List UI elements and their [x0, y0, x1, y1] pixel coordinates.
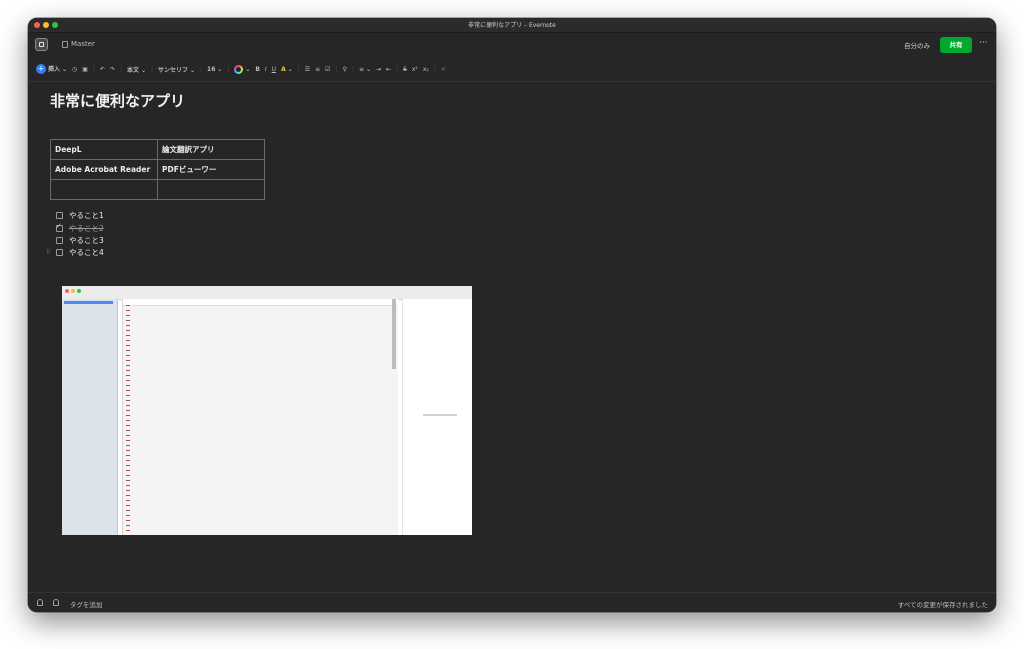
- calendar-icon[interactable]: ▣: [82, 66, 88, 73]
- table-cell[interactable]: [157, 179, 265, 200]
- save-status: すべての変更が保存されました: [897, 601, 988, 609]
- reminder-bell-icon[interactable]: [37, 599, 43, 606]
- align-icon[interactable]: ≡ ⌄: [359, 66, 371, 73]
- screenshot-scrollbar: [392, 299, 396, 369]
- outdent-icon[interactable]: ⇤: [386, 66, 391, 73]
- screenshot-preview-pane: [402, 299, 472, 535]
- notebook-selector[interactable]: Master: [62, 40, 95, 48]
- numbered-list-icon[interactable]: ≡: [315, 66, 320, 73]
- table-cell[interactable]: [50, 179, 158, 200]
- separator: |: [119, 65, 123, 73]
- tag-icon[interactable]: [53, 599, 59, 606]
- separator: |: [396, 65, 399, 73]
- checkbox[interactable]: [56, 237, 63, 244]
- color-wheel-icon: [234, 64, 244, 74]
- title-bar: 非常に便利なアプリ – Evernote: [28, 18, 996, 33]
- sidebar-toggle-icon[interactable]: [35, 38, 48, 51]
- separator: |: [92, 65, 95, 73]
- separator: |: [227, 65, 230, 73]
- text-color-button[interactable]: ⌄: [234, 64, 250, 74]
- separator: |: [150, 65, 154, 73]
- screenshot-titlebar: [62, 286, 472, 300]
- note-table[interactable]: DeepL 論文翻訳アプリ Adobe Acrobat Reader PDFビュ…: [50, 139, 265, 200]
- clear-format-icon[interactable]: ✕: [441, 66, 446, 73]
- checkbox[interactable]: [56, 212, 63, 219]
- separator: |: [297, 65, 300, 73]
- checklist-icon[interactable]: ◷: [72, 66, 77, 73]
- table-row: Adobe Acrobat Reader PDFビューワー: [50, 159, 265, 180]
- checklist-label[interactable]: やること2: [69, 223, 104, 234]
- highlight-button[interactable]: A ⌄: [281, 66, 293, 73]
- subscript-button[interactable]: x₂: [423, 66, 429, 73]
- checklist-item: ⠿ やること4: [46, 247, 104, 258]
- underline-button[interactable]: U: [272, 66, 276, 73]
- table-row: [50, 179, 265, 200]
- checklist-label[interactable]: やること4: [69, 247, 104, 258]
- share-button[interactable]: 共有: [940, 37, 972, 53]
- checkbox[interactable]: [56, 249, 63, 256]
- screenshot-document-list: [122, 299, 398, 535]
- window-title: 非常に便利なアプリ – Evernote: [468, 22, 556, 29]
- note-footer: タグを追加 すべての変更が保存されました: [28, 592, 996, 612]
- checklist-label[interactable]: やること1: [69, 210, 104, 221]
- paragraph-style-select[interactable]: 本文 ⌄: [127, 65, 146, 74]
- bullet-list-icon[interactable]: ☰: [305, 66, 310, 73]
- table-cell[interactable]: DeepL: [50, 139, 158, 160]
- indent-icon[interactable]: ⇥: [376, 66, 381, 73]
- checklist-item: やること3: [56, 235, 104, 246]
- redo-icon[interactable]: ↷: [110, 66, 115, 73]
- table-row: DeepL 論文翻訳アプリ: [50, 139, 265, 160]
- screenshot-sidebar: [62, 299, 118, 535]
- plus-icon: +: [36, 64, 46, 74]
- checklist-label[interactable]: やること3: [69, 235, 104, 246]
- add-tag-button[interactable]: タグを追加: [70, 599, 103, 609]
- table-cell[interactable]: PDFビューワー: [157, 159, 265, 180]
- visibility-label[interactable]: 自分のみ: [904, 40, 930, 50]
- notebook-icon: [62, 40, 68, 48]
- insert-button[interactable]: + 挿入 ⌄: [36, 64, 67, 74]
- more-options-icon[interactable]: ···: [979, 38, 988, 48]
- notebook-name: Master: [71, 40, 95, 48]
- formatting-toolbar: + 挿入 ⌄ ◷ ▣ | ↶ ↷ | 本文 ⌄ | サンセリフ ⌄ | 16 ⌄ …: [36, 62, 451, 76]
- checkbox[interactable]: [56, 222, 63, 232]
- table-cell[interactable]: 論文翻訳アプリ: [157, 139, 265, 160]
- italic-button[interactable]: I: [265, 66, 267, 73]
- separator: |: [199, 65, 203, 73]
- separator: |: [351, 65, 354, 73]
- bold-button[interactable]: B: [255, 66, 260, 73]
- superscript-button[interactable]: x²: [412, 66, 418, 73]
- note-title[interactable]: 非常に便利なアプリ: [50, 90, 185, 111]
- embedded-screenshot-image[interactable]: [62, 286, 472, 535]
- checklist-item: やること2: [56, 222, 104, 234]
- table-cell[interactable]: Adobe Acrobat Reader: [50, 159, 158, 180]
- note-topbar: Master 自分のみ 共有 ···: [28, 33, 996, 57]
- separator: |: [335, 65, 338, 73]
- evernote-window: 非常に便利なアプリ – Evernote Master 自分のみ 共有 ··· …: [28, 18, 996, 612]
- toolbar-divider: [28, 81, 996, 82]
- checklist-item: やること1: [56, 210, 104, 221]
- screenshot-traffic-lights: [65, 289, 81, 293]
- check-list-icon[interactable]: ☑: [325, 66, 330, 73]
- drag-handle-icon[interactable]: ⠿: [46, 249, 50, 256]
- undo-icon[interactable]: ↶: [100, 66, 105, 73]
- font-size-select[interactable]: 16 ⌄: [207, 66, 222, 73]
- separator: |: [433, 65, 436, 73]
- font-select[interactable]: サンセリフ ⌄: [158, 65, 195, 74]
- strikethrough-button[interactable]: S: [403, 66, 407, 73]
- link-icon[interactable]: ⚲: [343, 66, 347, 73]
